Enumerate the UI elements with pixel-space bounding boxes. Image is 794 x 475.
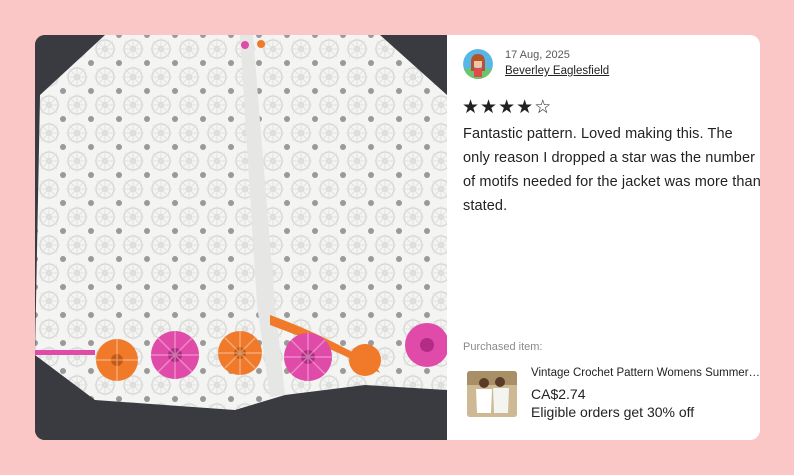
reviewer-name-link[interactable]: Beverley Eaglesfield — [505, 65, 609, 77]
star-filled-icon: ★ — [516, 96, 534, 118]
review-photo[interactable] — [35, 35, 447, 440]
star-filled-icon: ★ — [498, 96, 516, 118]
review-panel: 17 Aug, 2025 Beverley Eaglesfield ★ ★ ★ ★ ☆ … — [447, 35, 760, 440]
purchased-item-title-link[interactable]: Vintage Crochet Pattern Womens Summer Ja… — [531, 367, 760, 379]
star-filled-icon: ★ — [480, 96, 498, 118]
purchased-item-label: Purchased item: — [463, 341, 543, 353]
star-filled-icon: ★ — [462, 96, 480, 118]
review-card: 17 Aug, 2025 Beverley Eaglesfield ★ ★ ★ ★ ☆ … — [35, 35, 760, 440]
star-empty-icon: ☆ — [534, 96, 552, 118]
star-rating: ★ ★ ★ ★ ☆ — [462, 97, 551, 117]
purchased-item-thumbnail[interactable] — [467, 371, 517, 417]
purchased-item-price: CA$2.74 — [531, 386, 586, 402]
review-date: 17 Aug, 2025 — [505, 49, 570, 61]
crochet-jacket-image — [35, 35, 447, 440]
purchased-item-promo: Eligible orders get 30% off — [531, 404, 695, 420]
review-text: Fantastic pattern. Loved making this. Th… — [463, 126, 760, 214]
reviewer-avatar[interactable] — [463, 49, 493, 79]
